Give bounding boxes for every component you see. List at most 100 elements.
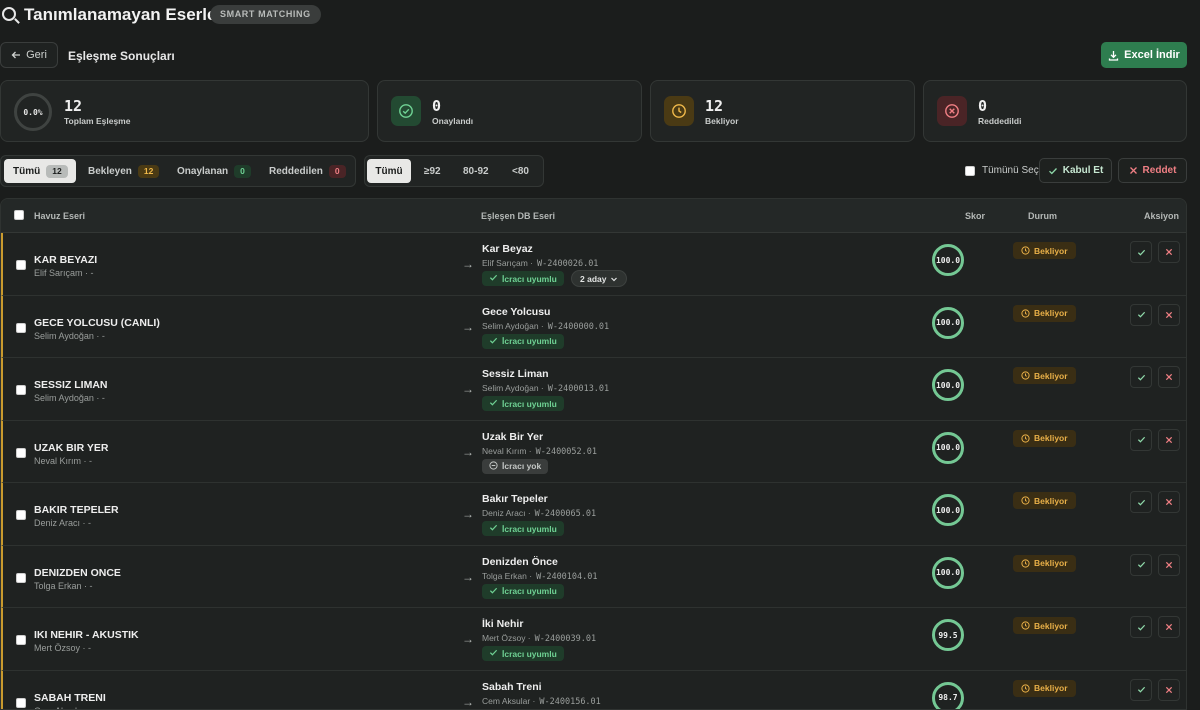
reject-button[interactable]: Reddet	[1118, 158, 1187, 183]
status-filter-tabs: Tümü 12 Bekleyen 12 Onaylanan 0 Reddedil…	[0, 155, 356, 187]
select-all-label: Tümünü Seç	[982, 165, 1039, 176]
arrow-right-icon: →	[462, 569, 474, 584]
check-icon	[489, 336, 498, 347]
performer-tag: İcracı uyumlu	[482, 271, 564, 286]
db-code: W-2400013.01	[547, 384, 610, 394]
db-title: Bakır Tepeler	[482, 493, 548, 505]
search-icon[interactable]	[2, 7, 16, 21]
pool-title: SESSIZ LIMAN	[34, 379, 108, 391]
db-title: Uzak Bir Yer	[482, 430, 544, 443]
table-row[interactable]: DENIZDEN ONCE Tolga Erkan · - → Denizden Ön…	[1, 545, 1186, 608]
status-badge: Bekliyor	[1013, 617, 1076, 634]
reject-row-button[interactable]	[1158, 553, 1180, 576]
reject-row-button[interactable]	[1158, 366, 1180, 388]
score-tab-80-92[interactable]: 80-92	[454, 159, 498, 183]
excel-download-button[interactable]: Excel İndir	[1101, 42, 1187, 68]
reject-row-button[interactable]	[1158, 616, 1180, 638]
check-icon	[489, 523, 498, 534]
score-tab-below-80[interactable]: <80	[503, 159, 538, 183]
status-label: Bekliyor	[1034, 683, 1068, 693]
db-meta: Deniz Aracı · W-2400065.01	[482, 508, 596, 519]
reject-row-button[interactable]	[1158, 241, 1180, 263]
stat-rejected-value: 0	[978, 97, 988, 115]
db-title: İki Nehir	[482, 618, 524, 630]
reject-row-button[interactable]	[1158, 303, 1180, 326]
arrow-right-icon: →	[462, 694, 474, 709]
approve-row-button[interactable]	[1130, 491, 1152, 513]
reject-row-button[interactable]	[1158, 491, 1180, 513]
db-artist: Deniz Aracı ·	[482, 508, 531, 518]
pool-title: IKI NEHIR - AKUSTIK	[34, 629, 139, 641]
tab-all[interactable]: Tümü 12	[4, 159, 76, 183]
db-code: W-2400039.01	[534, 634, 597, 644]
approve-row-button[interactable]	[1130, 553, 1152, 576]
page-title: Tanımlanamayan Eserler	[24, 5, 224, 24]
approve-row-button[interactable]	[1130, 241, 1152, 263]
row-checkbox[interactable]	[16, 635, 26, 645]
db-code: W-2400104.01	[536, 571, 598, 582]
tag-label: İcracı uyumlu	[502, 398, 557, 409]
pool-title: GECE YOLCUSU (CANLI)	[34, 316, 160, 329]
reject-row-button[interactable]	[1158, 678, 1180, 701]
back-button[interactable]: Geri	[0, 42, 58, 68]
table-row[interactable]: UZAK BIR YER Neval Kırım · - → Uzak Bir Yer…	[1, 420, 1186, 483]
arrow-right-icon: →	[462, 319, 474, 334]
table-row[interactable]: GECE YOLCUSU (CANLI) Selim Aydoğan · - → Ge…	[1, 295, 1186, 358]
approve-row-button[interactable]	[1130, 366, 1152, 388]
db-meta: Selim Aydoğan · W-2400013.01	[482, 383, 609, 394]
check-icon	[489, 648, 498, 659]
performer-tag: İcracı uyumlu	[482, 583, 564, 599]
table-row[interactable]: IKI NEHIR - AKUSTIK Mert Özsoy · - → İki Ne…	[1, 608, 1186, 671]
status-badge: Bekliyor	[1013, 679, 1076, 697]
db-meta: Elif Sarıçam · W-2400026.01	[482, 258, 598, 269]
row-checkbox[interactable]	[16, 510, 26, 520]
download-icon	[1109, 50, 1119, 61]
col-score: Skor	[965, 211, 986, 221]
pool-artist: Neval Kırım · -	[34, 455, 93, 466]
approve-row-button[interactable]	[1130, 428, 1152, 451]
smart-matching-badge: SMART MATCHING	[210, 5, 321, 24]
status-label: Bekliyor	[1034, 558, 1068, 568]
row-checkbox[interactable]	[16, 260, 26, 270]
row-checkbox[interactable]	[16, 572, 26, 583]
row-checkbox[interactable]	[16, 697, 26, 708]
db-code: W-2400000.01	[547, 321, 610, 332]
tag-label: İcracı yok	[502, 461, 542, 471]
clock-icon	[1021, 496, 1030, 505]
clock-icon	[1021, 558, 1030, 568]
table-row[interactable]: KAR BEYAZI Elif Sarıçam · - → Kar Beyaz Elif…	[1, 233, 1186, 296]
db-artist: Selim Aydoğan ·	[482, 320, 544, 331]
select-all-checkbox[interactable]	[965, 166, 975, 176]
row-checkbox[interactable]	[16, 447, 26, 458]
db-meta: Tolga Erkan · W-2400104.01	[482, 571, 598, 582]
header-checkbox[interactable]	[14, 210, 24, 220]
score-ring: 100.0	[932, 431, 964, 464]
approve-row-button[interactable]	[1130, 678, 1152, 701]
arrow-right-icon: →	[462, 257, 474, 271]
clock-icon	[1021, 683, 1030, 693]
score-tab-all[interactable]: Tümü	[367, 159, 411, 183]
row-checkbox[interactable]	[16, 322, 26, 333]
table-row[interactable]: SABAH TRENI Cem Aksular · - → Sabah Treni Ce…	[1, 670, 1186, 709]
candidates-dropdown[interactable]: 2 aday	[571, 270, 628, 287]
db-artist: Elif Sarıçam ·	[482, 258, 534, 268]
db-meta: Neval Kırım · W-2400052.01	[482, 446, 597, 457]
approve-row-button[interactable]	[1130, 616, 1152, 638]
score-ring: 99.5	[932, 619, 964, 651]
tab-approved[interactable]: Onaylanan 0	[168, 159, 260, 183]
approve-row-button[interactable]	[1130, 303, 1152, 326]
tab-rejected[interactable]: Reddedilen 0	[260, 159, 355, 183]
table-row[interactable]: BAKIR TEPELER Deniz Aracı · - → Bakır Tepel…	[1, 483, 1186, 546]
accept-button[interactable]: Kabul Et	[1039, 158, 1112, 183]
status-badge: Bekliyor	[1013, 554, 1076, 572]
score-tab-92-plus[interactable]: ≥92	[415, 159, 450, 183]
check-icon	[1137, 624, 1145, 631]
stat-card-approved: 0 Onaylandı	[377, 80, 642, 142]
tab-pending[interactable]: Bekleyen 12	[79, 159, 168, 183]
arrow-right-icon: →	[462, 444, 474, 459]
close-icon	[1165, 436, 1173, 443]
reject-row-button[interactable]	[1158, 428, 1180, 451]
clock-icon	[1021, 433, 1030, 443]
row-checkbox[interactable]	[16, 385, 26, 395]
table-row[interactable]: SESSIZ LIMAN Selim Aydoğan · - → Sessiz Lim…	[1, 358, 1186, 421]
